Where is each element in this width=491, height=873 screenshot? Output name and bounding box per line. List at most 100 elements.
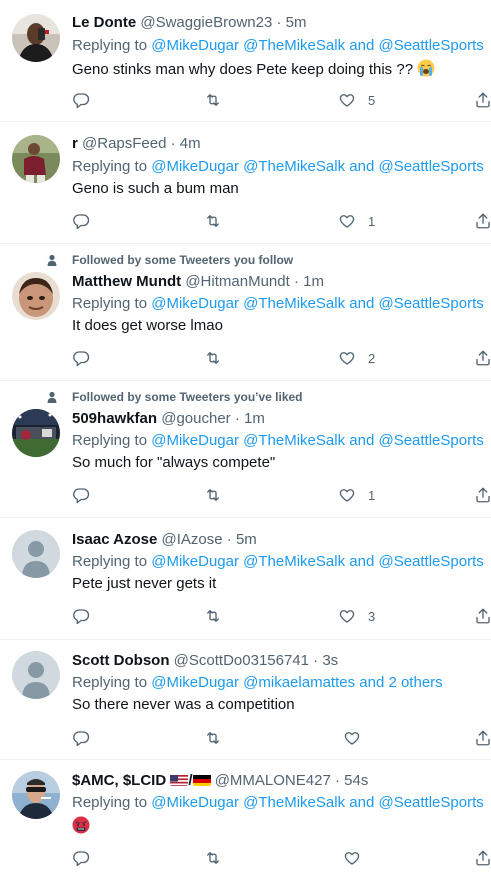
like-button[interactable]: 5 (338, 90, 375, 110)
mention-link[interactable]: @SeattleSports (378, 295, 483, 312)
social-context[interactable]: Followed by some Tweeters you follow (72, 253, 293, 267)
user-handle[interactable]: @ScottDo03156741 (174, 652, 309, 669)
display-name[interactable]: 509hawkfan (72, 410, 157, 427)
user-handle[interactable]: @MMALONE427 (215, 772, 331, 789)
like-count: 2 (368, 350, 376, 366)
mention-link[interactable]: @MikeDugar (151, 295, 239, 312)
timestamp[interactable]: 5m (286, 14, 307, 31)
user-handle[interactable]: @HitmanMundt (185, 273, 289, 290)
retweet-button[interactable] (204, 90, 222, 110)
retweet-button[interactable] (204, 848, 222, 868)
reply-button[interactable] (72, 348, 90, 368)
avatar[interactable] (12, 14, 60, 62)
and-word[interactable]: and (349, 432, 374, 449)
mention-link[interactable]: @MikeDugar (151, 158, 239, 175)
share-button[interactable] (474, 848, 491, 868)
mention-link[interactable]: @MikeDugar (151, 432, 239, 449)
display-name[interactable]: Matthew Mundt (72, 273, 181, 290)
timestamp[interactable]: 3s (322, 652, 338, 669)
and-word[interactable]: and (349, 553, 374, 570)
mention-link[interactable]: @TheMikeSalk (243, 295, 345, 312)
and-word[interactable]: and (349, 295, 374, 312)
tweet-text: It does get worse lmao (72, 317, 223, 334)
mention-link[interactable]: @TheMikeSalk (243, 37, 345, 54)
tweet-text: So much for "always compete" (72, 454, 276, 471)
tweet[interactable]: Followed by some Tweeters you follow Mat… (0, 244, 491, 381)
mention-link[interactable]: @MikeDugar (151, 674, 239, 691)
display-name[interactable]: Isaac Azose (72, 531, 157, 548)
share-button[interactable] (474, 348, 491, 368)
retweet-button[interactable] (204, 606, 222, 626)
tweet[interactable]: Isaac Azose @IAzose · 5m Replying to @Mi… (0, 518, 491, 640)
reply-button[interactable] (72, 728, 90, 748)
mention-link[interactable]: @SeattleSports (378, 432, 483, 449)
timestamp[interactable]: 5m (236, 531, 257, 548)
mention-link[interactable]: @MikeDugar (151, 37, 239, 54)
display-name[interactable]: Le Donte (72, 14, 136, 31)
and-word[interactable]: and (349, 37, 374, 54)
share-button[interactable] (474, 211, 491, 231)
timestamp[interactable]: 1m (244, 410, 265, 427)
tweet[interactable]: r @RapsFeed · 4m Replying to @MikeDugar … (0, 122, 491, 244)
mention-link[interactable]: @SeattleSports (378, 37, 483, 54)
tweet-actions (72, 848, 491, 868)
share-icon (476, 92, 490, 108)
mention-link[interactable]: @mikaelamattes (243, 674, 355, 691)
retweet-button[interactable] (204, 485, 222, 505)
tweet[interactable]: Le Donte @SwaggieBrown23 · 5m Replying t… (0, 0, 491, 122)
retweet-button[interactable] (204, 211, 222, 231)
like-button[interactable]: 3 (338, 606, 375, 626)
like-button[interactable]: 2 (338, 348, 375, 368)
heart-icon (339, 610, 355, 623)
mention-link[interactable]: @SeattleSports (378, 553, 483, 570)
avatar[interactable] (12, 135, 60, 183)
reply-button[interactable] (72, 485, 90, 505)
like-button[interactable] (343, 848, 361, 868)
others-link[interactable]: and 2 others (359, 674, 442, 691)
and-word[interactable]: and (349, 794, 374, 811)
mention-link[interactable]: @MikeDugar (151, 794, 239, 811)
user-handle[interactable]: @SwaggieBrown23 (140, 14, 272, 31)
user-handle[interactable]: @IAzose (162, 531, 223, 548)
like-button[interactable]: 1 (338, 485, 375, 505)
share-button[interactable] (474, 606, 491, 626)
mention-link[interactable]: @TheMikeSalk (243, 553, 345, 570)
like-button[interactable]: 1 (338, 211, 375, 231)
reply-button[interactable] (72, 606, 90, 626)
reply-button[interactable] (72, 90, 90, 110)
timestamp[interactable]: 4m (180, 135, 201, 152)
mention-link[interactable]: @TheMikeSalk (243, 432, 345, 449)
avatar[interactable] (12, 771, 60, 819)
user-handle[interactable]: @goucher (161, 410, 230, 427)
name-separator: / (188, 772, 193, 789)
mention-link[interactable]: @TheMikeSalk (243, 794, 345, 811)
avatar[interactable] (12, 651, 60, 699)
reply-button[interactable] (72, 848, 90, 868)
and-word[interactable]: and (349, 158, 374, 175)
share-button[interactable] (474, 90, 491, 110)
share-button[interactable] (474, 485, 491, 505)
avatar[interactable] (12, 530, 60, 578)
timestamp[interactable]: 54s (344, 772, 368, 789)
mention-link[interactable]: @MikeDugar (151, 553, 239, 570)
display-name[interactable]: r (72, 135, 78, 152)
avatar[interactable] (12, 409, 60, 457)
mention-link[interactable]: @TheMikeSalk (243, 158, 345, 175)
like-button[interactable] (343, 728, 361, 748)
display-name[interactable]: $AMC, $LCID (72, 772, 166, 789)
tweet[interactable]: $AMC, $LCID / @MMALONE427 · 54s Replying… (0, 760, 491, 873)
tweet[interactable]: Scott Dobson @ScottDo03156741 · 3s Reply… (0, 640, 491, 760)
heart-icon (339, 94, 355, 107)
share-button[interactable] (474, 728, 491, 748)
avatar[interactable] (12, 272, 60, 320)
retweet-button[interactable] (204, 348, 222, 368)
timestamp[interactable]: 1m (303, 273, 324, 290)
reply-button[interactable] (72, 211, 90, 231)
display-name[interactable]: Scott Dobson (72, 652, 170, 669)
social-context[interactable]: Followed by some Tweeters you’ve liked (72, 390, 303, 404)
mention-link[interactable]: @SeattleSports (378, 794, 483, 811)
tweet[interactable]: Followed by some Tweeters you’ve liked 5… (0, 381, 491, 518)
mention-link[interactable]: @SeattleSports (378, 158, 483, 175)
retweet-button[interactable] (204, 728, 222, 748)
user-handle[interactable]: @RapsFeed (82, 135, 166, 152)
